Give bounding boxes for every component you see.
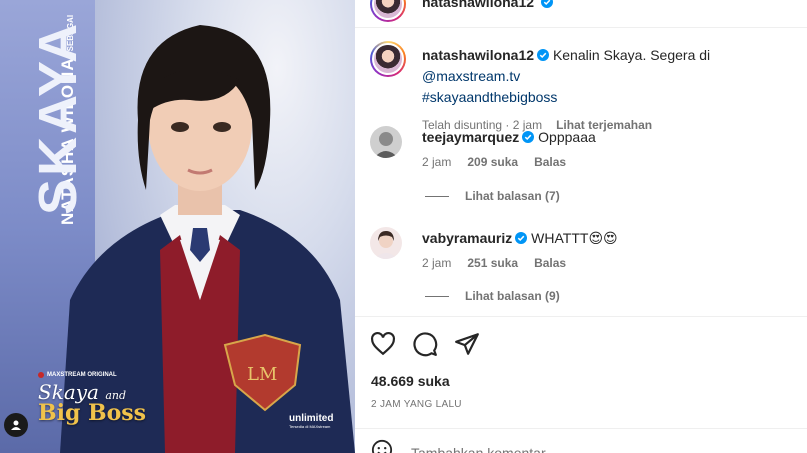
brand-small: MAXSTREAM ORIGINAL [47,372,117,378]
caption-hashtag-link[interactable]: #skayaandthebigboss [422,89,557,105]
post-image[interactable]: LM NATASHA WILONA SEBAGAI SKAYA MAXSTREA… [0,0,355,453]
replies-line [425,195,449,197]
tagged-users-button[interactable] [4,413,28,437]
verified-icon [537,49,550,61]
comment-avatar[interactable] [370,126,402,158]
title-line2: Big Boss [38,400,147,426]
unlimited-text: unlimited [289,413,334,424]
comment-likes[interactable]: 251 suka [467,256,518,270]
user-icon [11,420,21,430]
post-header: natashawilona12 [355,0,807,28]
verified-icon [540,0,553,8]
like-heart-icon[interactable] [370,331,396,357]
caption-mention-link[interactable]: @maxstream.tv [422,68,520,84]
emoji-icon[interactable] [371,439,393,453]
verified-icon [515,232,528,244]
maxstream-logo-icon [38,372,44,378]
header-username[interactable]: natashawilona12 [422,0,553,10]
comment-reply-button[interactable]: Balas [534,256,566,270]
comment-avatar[interactable] [370,227,402,259]
view-replies-label: Lihat balasan (9) [465,289,560,303]
poster-brand: MAXSTREAM ORIGINAL Skaya and Big Boss [38,372,146,426]
likes-count[interactable]: 48.669 suka [371,373,450,389]
view-replies-label: Lihat balasan (7) [465,189,560,203]
add-comment-bar: Tambahkan komentar... [355,428,807,453]
add-comment-input[interactable]: Tambahkan komentar... [411,445,557,453]
verified-icon [522,131,535,143]
comment-likes[interactable]: 209 suka [467,155,518,169]
post-time-ago: 2 JAM YANG LALU [371,399,462,410]
view-replies-button[interactable]: Lihat balasan (9) [425,289,560,303]
unlimited-sub: Tersedia di MAXstream [289,424,331,429]
caption-text: Kenalin Skaya. Segera di [552,47,711,63]
header-avatar[interactable] [370,0,406,22]
post-actions [355,316,807,357]
unlimited-logo: unlimited Tersedia di MAXstream [289,413,333,429]
comment-time: 2 jam [422,256,452,270]
replies-line [425,295,449,297]
comment-reply-button[interactable]: Balas [534,155,566,169]
comment-time: 2 jam [422,155,452,169]
comment-username[interactable]: teejaymarquez [422,129,519,145]
poster-role: SKAYA [28,20,88,215]
svg-text:LM: LM [247,364,277,385]
comment-username[interactable]: vabyramauriz [422,230,512,246]
comment-text: WHATTT😍😍 [531,230,618,246]
share-send-icon[interactable] [454,331,480,357]
view-replies-button[interactable]: Lihat balasan (7) [425,189,560,203]
caption-username[interactable]: natashawilona12 [422,47,534,63]
caption-avatar[interactable] [370,41,406,77]
post-sidebar: natashawilona12 natashawilona12 Kenalin … [355,0,807,453]
comment-text: Opppaaa [538,129,596,145]
comment-bubble-icon[interactable] [412,331,438,357]
